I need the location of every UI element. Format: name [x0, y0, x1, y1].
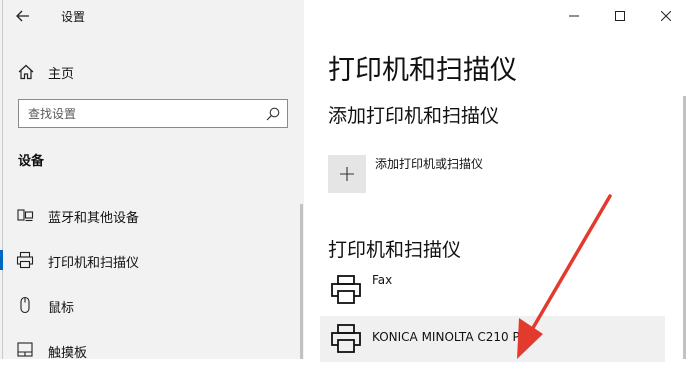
maximize-button[interactable] — [597, 0, 643, 32]
sidebar-scrollbar[interactable] — [300, 204, 303, 359]
printer-item-konica[interactable]: KONICA MINOLTA C210 PCL — [320, 316, 665, 362]
close-button[interactable] — [643, 0, 689, 32]
minimize-icon — [569, 15, 579, 17]
search-box[interactable] — [18, 99, 288, 128]
home-icon — [18, 64, 34, 80]
back-button[interactable] — [8, 2, 38, 30]
sidebar-item-printers[interactable]: 打印机和扫描仪 — [0, 243, 304, 277]
sidebar-item-touchpad[interactable]: 触摸板 — [0, 333, 304, 367]
maximize-icon — [615, 11, 625, 21]
sidebar-item-label: 鼠标 — [48, 301, 75, 316]
printers-list-heading: 打印机和扫描仪 — [328, 239, 462, 261]
title-bar: 设置 — [0, 0, 304, 32]
sidebar-item-bluetooth[interactable]: 蓝牙和其他设备 — [0, 198, 304, 232]
touchpad-icon — [17, 342, 33, 357]
search-icon[interactable] — [265, 106, 281, 122]
close-icon — [661, 11, 671, 21]
section-heading: 设备 — [18, 154, 45, 169]
bluetooth-devices-icon — [17, 209, 34, 222]
selection-indicator — [0, 250, 3, 270]
printer-item-fax[interactable]: Fax — [320, 267, 665, 313]
sidebar-item-label: 打印机和扫描仪 — [48, 256, 140, 271]
sidebar-item-label: 触摸板 — [48, 346, 88, 361]
sidebar: 设置 主页 设备 蓝牙和其他设备 — [0, 0, 304, 361]
printer-icon — [16, 251, 34, 269]
app-title: 设置 — [61, 10, 86, 24]
plus-icon — [340, 167, 354, 181]
add-printer-label[interactable]: 添加打印机或扫描仪 — [375, 155, 483, 172]
back-arrow-icon — [16, 10, 29, 22]
content-scrollbar[interactable] — [683, 96, 686, 359]
sidebar-item-label: 蓝牙和其他设备 — [48, 211, 140, 226]
mouse-icon — [20, 296, 30, 314]
printer-icon — [331, 275, 361, 304]
content-pane: 打印机和扫描仪 添加打印机和扫描仪 添加打印机或扫描仪 打印机和扫描仪 Fax … — [304, 0, 689, 362]
home-nav-item[interactable]: 主页 — [0, 55, 304, 89]
printer-name: KONICA MINOLTA C210 PCL — [372, 330, 535, 344]
page-title: 打印机和扫描仪 — [328, 55, 517, 86]
window-controls — [551, 0, 689, 32]
search-input[interactable] — [19, 100, 264, 127]
settings-window: 设置 主页 设备 蓝牙和其他设备 — [0, 0, 689, 362]
printer-name: Fax — [372, 273, 393, 287]
add-printer-button[interactable] — [328, 155, 366, 193]
sidebar-item-mouse[interactable]: 鼠标 — [0, 288, 304, 322]
home-label: 主页 — [48, 67, 75, 82]
printer-icon — [331, 324, 361, 353]
add-section-heading: 添加打印机和扫描仪 — [328, 105, 500, 127]
minimize-button[interactable] — [551, 0, 597, 32]
